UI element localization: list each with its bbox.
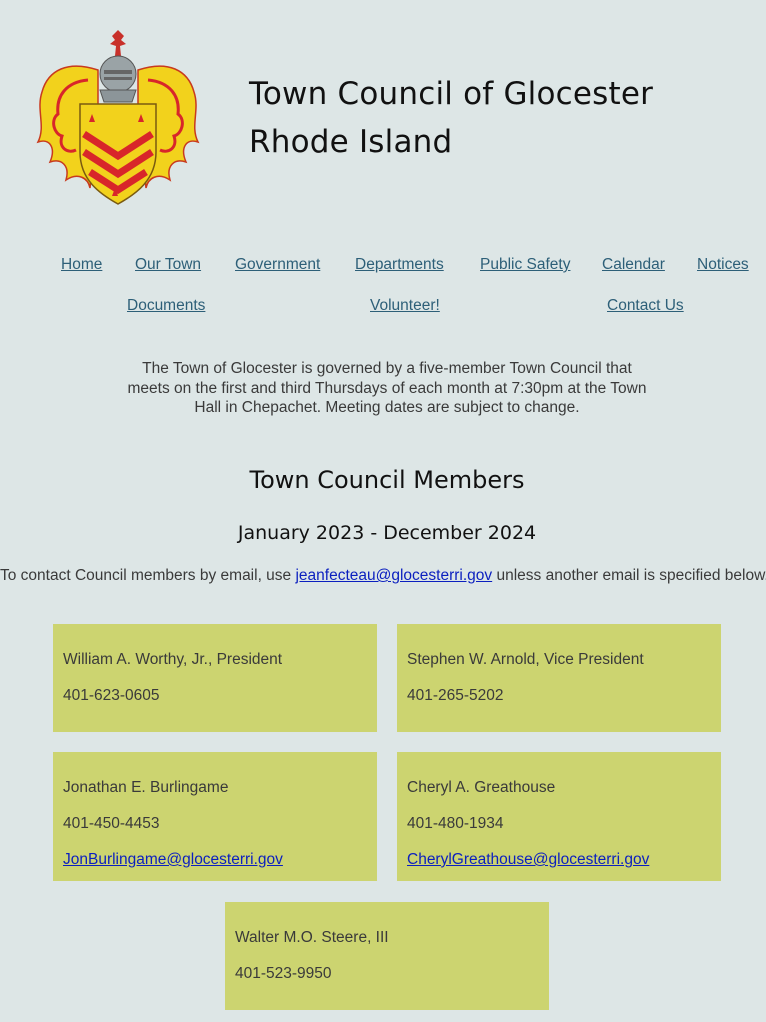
site-title-line1: Town Council of Glocester xyxy=(249,76,654,112)
member-card: Stephen W. Arnold, Vice President 401-26… xyxy=(397,624,721,732)
nav-home[interactable]: Home xyxy=(61,256,102,274)
contact-instructions: To contact Council members by email, use… xyxy=(0,567,766,585)
member-name: Jonathan E. Burlingame xyxy=(63,779,229,796)
member-name: William A. Worthy, Jr., President xyxy=(63,651,283,668)
member-card: Cheryl A. Greathouse 401-480-1934 Cheryl… xyxy=(397,752,721,881)
members-heading: Town Council Members xyxy=(249,466,525,494)
contact-prefix: To contact Council members by email, use xyxy=(0,567,296,584)
member-email-link[interactable]: JonBurlingame@glocesterri.gov xyxy=(63,851,283,868)
nav-contact-us[interactable]: Contact Us xyxy=(607,297,684,315)
member-phone: 401-523-9950 xyxy=(235,965,332,982)
site-title: Town Council of Glocester Rhode Island xyxy=(249,70,653,166)
member-phone: 401-450-4453 xyxy=(63,815,160,832)
nav-volunteer[interactable]: Volunteer! xyxy=(370,297,440,315)
contact-email-link[interactable]: jeanfecteau@glocesterri.gov xyxy=(295,567,492,584)
member-name: Stephen W. Arnold, Vice President xyxy=(407,651,644,668)
nav-calendar[interactable]: Calendar xyxy=(602,256,665,274)
member-email-link[interactable]: CherylGreathouse@glocesterri.gov xyxy=(407,851,649,868)
nav-public-safety[interactable]: Public Safety xyxy=(480,256,570,274)
member-card: Jonathan E. Burlingame 401-450-4453 JonB… xyxy=(53,752,377,881)
town-crest-logo xyxy=(36,30,200,205)
member-phone: 401-623-0605 xyxy=(63,687,160,704)
nav-notices[interactable]: Notices xyxy=(697,256,749,274)
contact-suffix: unless another email is specified below. xyxy=(492,567,766,584)
member-card: Walter M.O. Steere, III 401-523-9950 xyxy=(225,902,549,1010)
nav-government[interactable]: Government xyxy=(235,256,320,274)
nav-departments[interactable]: Departments xyxy=(355,256,444,274)
member-phone: 401-265-5202 xyxy=(407,687,504,704)
nav-our-town[interactable]: Our Town xyxy=(135,256,201,274)
member-name: Walter M.O. Steere, III xyxy=(235,929,389,946)
member-phone: 401-480-1934 xyxy=(407,815,504,832)
nav-documents[interactable]: Documents xyxy=(127,297,205,315)
member-card: William A. Worthy, Jr., President 401-62… xyxy=(53,624,377,732)
member-name: Cheryl A. Greathouse xyxy=(407,779,556,796)
site-title-line2: Rhode Island xyxy=(249,124,453,160)
term-heading: January 2023 - December 2024 xyxy=(237,522,537,544)
intro-text: The Town of Glocester is governed by a f… xyxy=(127,360,647,416)
